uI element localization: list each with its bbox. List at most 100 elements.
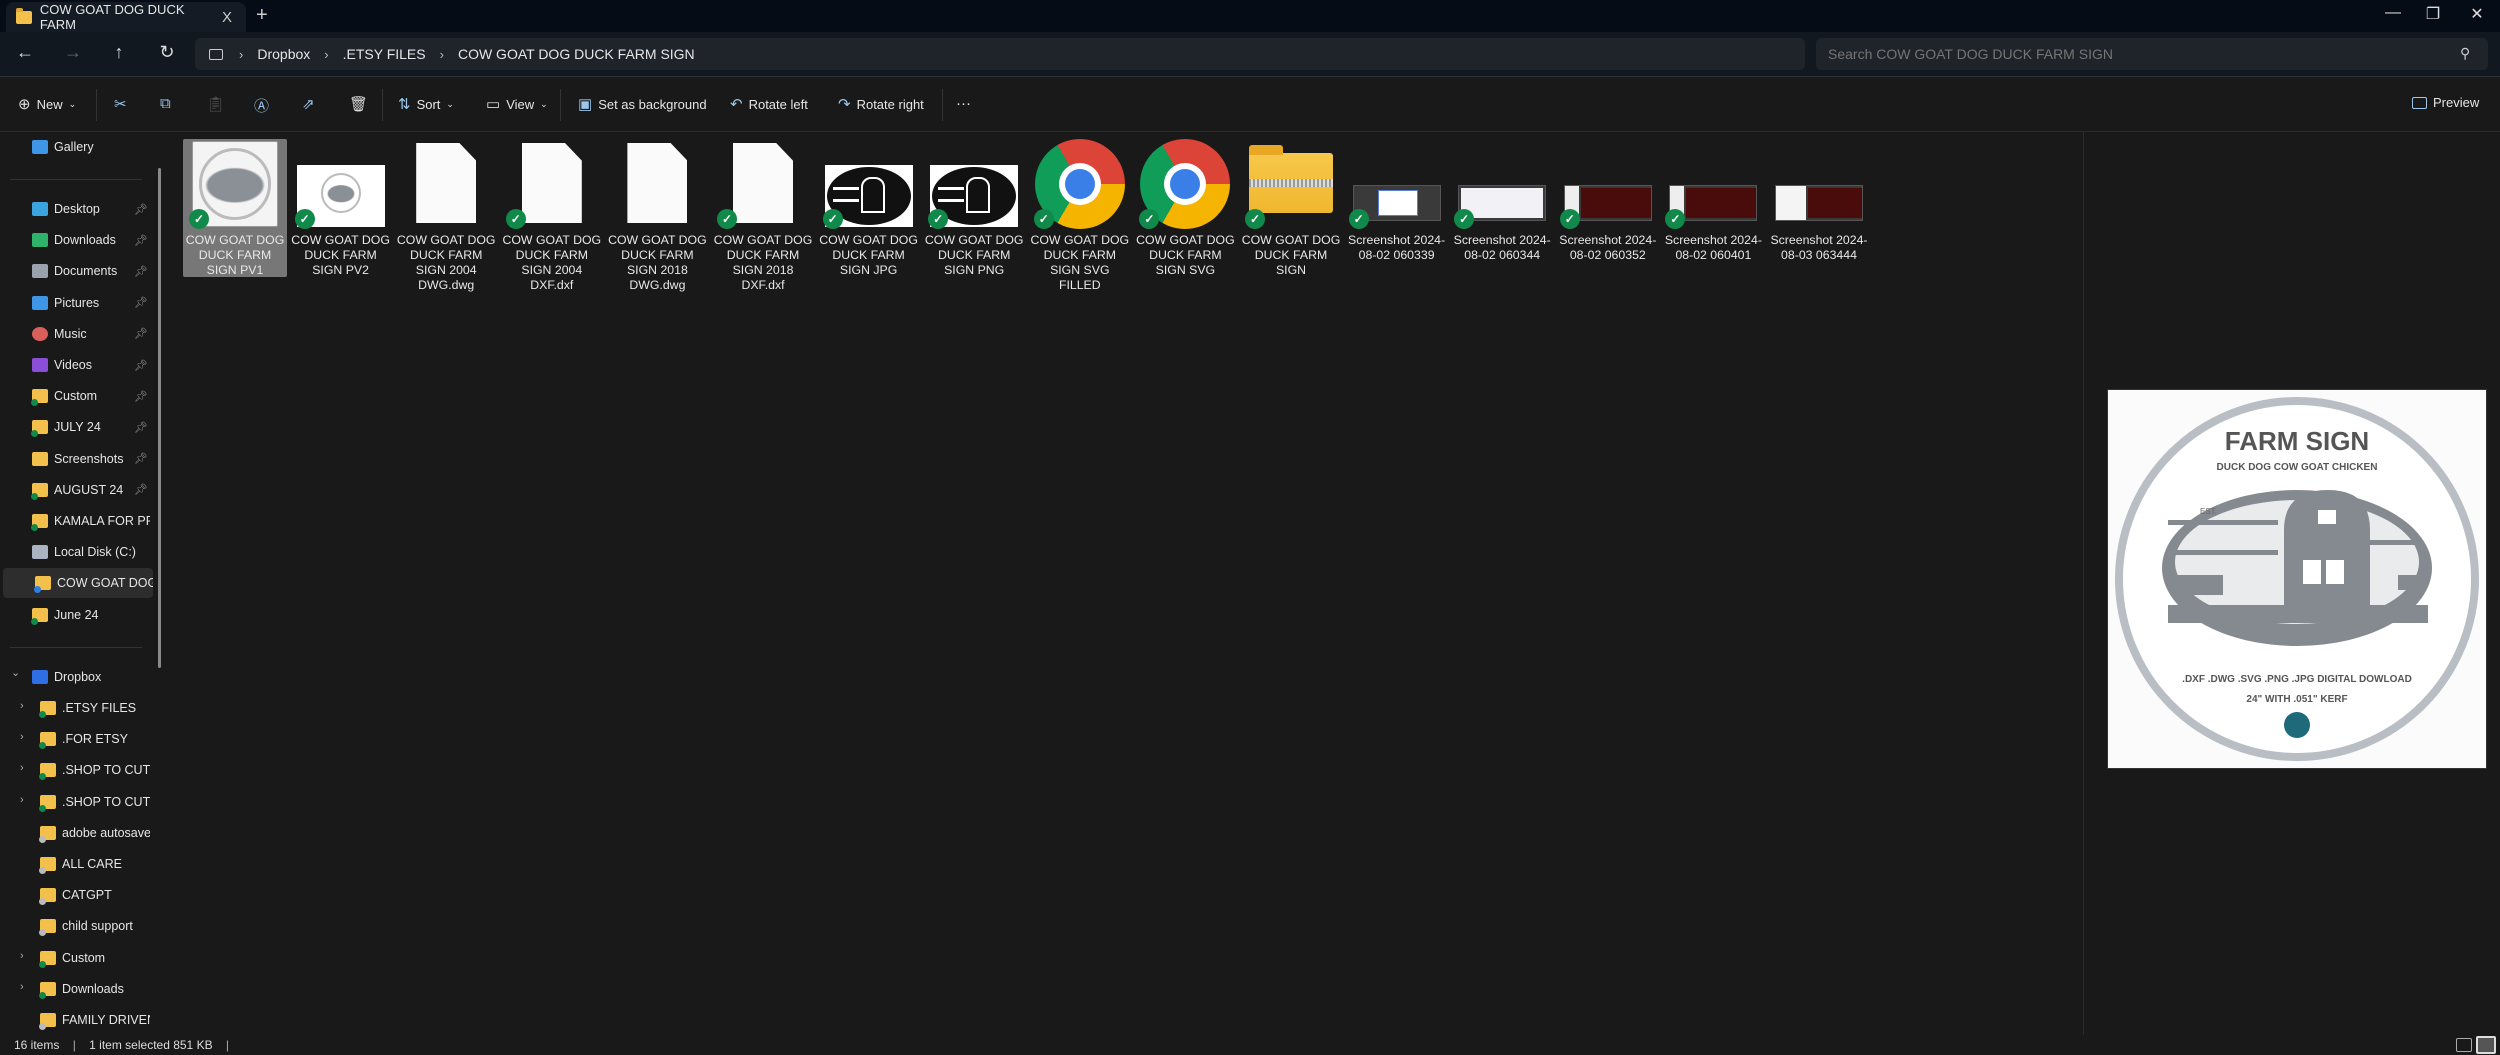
sidebar-item-all-care[interactable]: ALL CARE <box>0 849 150 879</box>
pin-icon[interactable]: 📌︎ <box>134 296 148 309</box>
close-tab-button[interactable]: X <box>222 9 232 26</box>
search-icon[interactable]: ⚲ <box>2460 45 2470 62</box>
chevron-right-icon[interactable]: › <box>20 950 24 962</box>
sidebar-item-adobe-autosave[interactable]: adobe autosave <box>0 818 150 848</box>
more-options-button[interactable]: ··· <box>956 95 971 112</box>
sidebar-item-cow-goat-dog-duck[interactable]: COW GOAT DOG DUCK <box>3 568 153 599</box>
sidebar-item--shop-to-cut-c[interactable]: .SHOP TO CUT - C › <box>0 787 150 817</box>
tab-active[interactable]: COW GOAT DOG DUCK FARM X <box>6 2 246 32</box>
sort-button[interactable]: ⇅ Sort ⌄ <box>398 95 454 113</box>
sidebar-item-august-24[interactable]: AUGUST 24 📌︎ <box>0 475 150 505</box>
delete-icon[interactable]: 🗑︎ <box>349 95 368 113</box>
sidebar-item-downloads[interactable]: Downloads › <box>0 974 150 1004</box>
sidebar-item-catgpt[interactable]: CATGPT <box>0 880 150 910</box>
pin-icon[interactable]: 📌︎ <box>134 421 148 434</box>
breadcrumb-current-folder[interactable]: COW GOAT DOG DUCK FARM SIGN <box>458 46 695 62</box>
sidebar-item-kamala-for-pres[interactable]: KAMALA FOR PRES <box>0 506 150 536</box>
sidebar-item-label: Music <box>54 326 87 341</box>
chevron-right-icon[interactable]: › <box>20 700 24 712</box>
up-button[interactable]: ↑ <box>104 42 134 63</box>
pin-icon[interactable]: 📌︎ <box>134 359 148 372</box>
sidebar-item--etsy-files[interactable]: .ETSY FILES › <box>0 693 150 723</box>
sidebar-item-custom[interactable]: Custom 📌︎ <box>0 381 150 411</box>
pin-icon[interactable]: 📌︎ <box>134 203 148 216</box>
file-item[interactable]: COW GOAT DOG DUCK FARM SIGN 2018 DWG.dwg <box>605 139 709 292</box>
file-item[interactable]: COW GOAT DOG DUCK FARM SIGN 2004 DWG.dwg <box>394 139 498 292</box>
chevron-right-icon[interactable]: › <box>20 762 24 774</box>
sidebar-item-documents[interactable]: Documents 📌︎ <box>0 256 150 286</box>
file-item[interactable]: ✓ COW GOAT DOG DUCK FARM SIGN PV2 <box>289 139 393 279</box>
sidebar-item--shop-to-cut[interactable]: .SHOP TO CUT › <box>0 755 150 785</box>
preview-pane-button[interactable]: Preview <box>2412 95 2479 110</box>
sidebar-item-videos[interactable]: Videos 📌︎ <box>0 350 150 380</box>
sidebar-item-gallery[interactable]: Gallery <box>0 132 150 162</box>
breadcrumb[interactable]: › Dropbox › .ETSY FILES › COW GOAT DOG D… <box>195 38 1805 70</box>
sidebar-item-family-driven[interactable]: FAMILY DRIVEN <box>0 1005 150 1035</box>
minimize-button[interactable]: — <box>2378 4 2408 22</box>
sidebar-item-child-support[interactable]: child support <box>0 911 150 941</box>
copy-icon[interactable]: ⧉ <box>160 95 171 112</box>
pin-icon[interactable]: 📌︎ <box>134 452 148 465</box>
new-button[interactable]: ⊕ New ⌄ <box>18 95 76 113</box>
sidebar-item-july-24[interactable]: JULY 24 📌︎ <box>0 412 150 442</box>
sidebar-item-june-24[interactable]: June 24 <box>0 600 150 630</box>
back-button[interactable]: ← <box>10 42 40 63</box>
details-view-button[interactable] <box>2456 1038 2472 1052</box>
sidebar-item-screenshots[interactable]: Screenshots 📌︎ <box>0 444 150 474</box>
sidebar-scrollbar[interactable] <box>158 168 161 668</box>
paste-icon[interactable]: 📋︎ <box>206 95 225 113</box>
file-item[interactable]: ✓ Screenshot 2024-08-02 060339 <box>1345 139 1449 279</box>
sidebar-item-label: CATGPT <box>62 888 112 903</box>
pin-icon[interactable]: 📌︎ <box>134 234 148 247</box>
file-item[interactable]: ✓ Screenshot 2024-08-02 060344 <box>1450 139 1554 279</box>
chevron-right-icon[interactable]: › <box>20 981 24 993</box>
file-name: COW GOAT DOG DUCK FARM SIGN <box>1241 233 1341 277</box>
search-input[interactable] <box>1816 38 2488 70</box>
restore-button[interactable]: ❐ <box>2418 4 2448 24</box>
file-item[interactable]: ✓ COW GOAT DOG DUCK FARM SIGN <box>1239 139 1343 279</box>
sidebar-item-label: .FOR ETSY <box>62 732 128 747</box>
pin-icon[interactable]: 📌︎ <box>134 265 148 278</box>
set-as-background-button[interactable]: ▣ Set as background <box>578 95 707 113</box>
chevron-right-icon[interactable]: › <box>20 794 24 806</box>
sidebar-item-label: KAMALA FOR PRES <box>54 514 150 528</box>
forward-button[interactable]: → <box>58 42 88 63</box>
sidebar-item-desktop[interactable]: Desktop 📌︎ <box>0 194 150 224</box>
file-item[interactable]: ✓ COW GOAT DOG DUCK FARM SIGN SVG FILLED <box>1028 139 1132 292</box>
share-icon[interactable]: ⇗ <box>302 95 315 113</box>
file-item[interactable]: ✓ COW GOAT DOG DUCK FARM SIGN PNG <box>922 139 1026 279</box>
large-icons-view-button[interactable] <box>2476 1036 2496 1054</box>
sidebar-item--for-etsy[interactable]: .FOR ETSY › <box>0 724 150 754</box>
downloads-icon <box>32 233 48 248</box>
sidebar-item-downloads[interactable]: Downloads 📌︎ <box>0 225 150 255</box>
chevron-right-icon[interactable]: › <box>20 731 24 743</box>
view-button[interactable]: ▭ View ⌄ <box>486 95 548 113</box>
file-item[interactable]: ✓ COW GOAT DOG DUCK FARM SIGN 2004 DXF.dx… <box>500 139 604 292</box>
rotate-right-button[interactable]: ↷ Rotate right <box>838 95 924 113</box>
rotate-left-label: Rotate left <box>748 96 808 112</box>
sidebar-item-music[interactable]: Music 📌︎ <box>0 319 150 349</box>
file-item[interactable]: ✓ COW GOAT DOG DUCK FARM SIGN JPG <box>817 139 921 279</box>
breadcrumb-etsy-files[interactable]: .ETSY FILES <box>343 46 426 62</box>
file-item[interactable]: ✓ Screenshot 2024-08-02 060352 <box>1556 139 1660 279</box>
file-item[interactable]: ✓ COW GOAT DOG DUCK FARM SIGN SVG <box>1133 139 1237 279</box>
file-item[interactable]: ✓ Screenshot 2024-08-02 060401 <box>1661 139 1765 279</box>
chevron-down-icon[interactable]: ⌄ <box>11 666 20 679</box>
pin-icon[interactable]: 📌︎ <box>134 483 148 496</box>
breadcrumb-dropbox[interactable]: Dropbox <box>257 46 310 62</box>
sidebar-item-dropbox[interactable]: Dropbox ⌄ <box>0 662 150 692</box>
close-window-button[interactable]: ✕ <box>2462 4 2492 24</box>
file-item[interactable]: ✓ COW GOAT DOG DUCK FARM SIGN 2018 DXF.dx… <box>711 139 815 292</box>
refresh-button[interactable]: ↻ <box>152 42 182 63</box>
sidebar-item-custom[interactable]: Custom › <box>0 943 150 973</box>
rotate-left-button[interactable]: ↶ Rotate left <box>730 95 808 113</box>
sidebar-item-pictures[interactable]: Pictures 📌︎ <box>0 288 150 318</box>
cut-icon[interactable]: ✂ <box>114 95 127 113</box>
pin-icon[interactable]: 📌︎ <box>134 327 148 340</box>
file-item[interactable]: ✓ COW GOAT DOG DUCK FARM SIGN PV1 <box>183 139 287 277</box>
sidebar-item-local-disk-c-[interactable]: Local Disk (C:) <box>0 537 150 567</box>
rename-icon[interactable]: Ⓐ <box>254 95 269 116</box>
file-item[interactable]: Screenshot 2024-08-03 063444 <box>1767 139 1871 279</box>
pin-icon[interactable]: 📌︎ <box>134 390 148 403</box>
new-tab-button[interactable]: + <box>256 4 268 27</box>
